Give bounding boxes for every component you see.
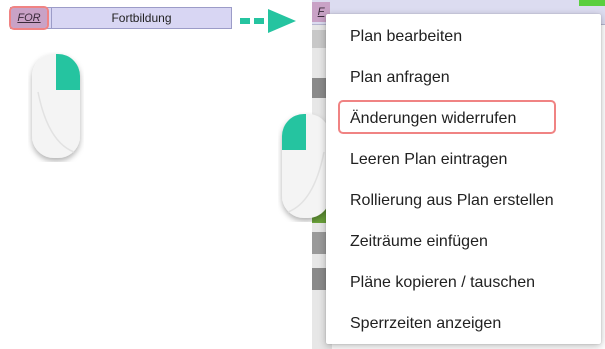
menu-item-leeren-plan-eintragen[interactable]: Leeren Plan eintragen bbox=[350, 145, 507, 175]
arrow-right-icon bbox=[240, 9, 296, 33]
menu-item-rollierung-erstellen[interactable]: Rollierung aus Plan erstellen bbox=[350, 186, 554, 216]
menu-item-aenderungen-widerrufen[interactable]: Änderungen widerrufen bbox=[350, 104, 516, 134]
mouse-left-click-icon bbox=[32, 54, 80, 158]
schedule-row-left: FOR Fortbildung bbox=[9, 6, 232, 30]
menu-item-zeitraeume-einfuegen[interactable]: Zeiträume einfügen bbox=[350, 227, 488, 257]
status-accent bbox=[579, 0, 605, 6]
shift-label-cell[interactable]: Fortbildung bbox=[51, 8, 231, 28]
menu-item-sperrzeiten-anzeigen[interactable]: Sperrzeiten anzeigen bbox=[350, 309, 501, 339]
menu-item-plan-anfragen[interactable]: Plan anfragen bbox=[350, 63, 450, 93]
context-menu: Plan bearbeiten Plan anfragen Änderungen… bbox=[326, 14, 601, 344]
menu-item-plaene-kopieren[interactable]: Pläne kopieren / tauschen bbox=[350, 268, 535, 298]
menu-item-plan-bearbeiten[interactable]: Plan bearbeiten bbox=[350, 22, 462, 52]
shift-code-cell[interactable]: FOR bbox=[9, 6, 49, 30]
